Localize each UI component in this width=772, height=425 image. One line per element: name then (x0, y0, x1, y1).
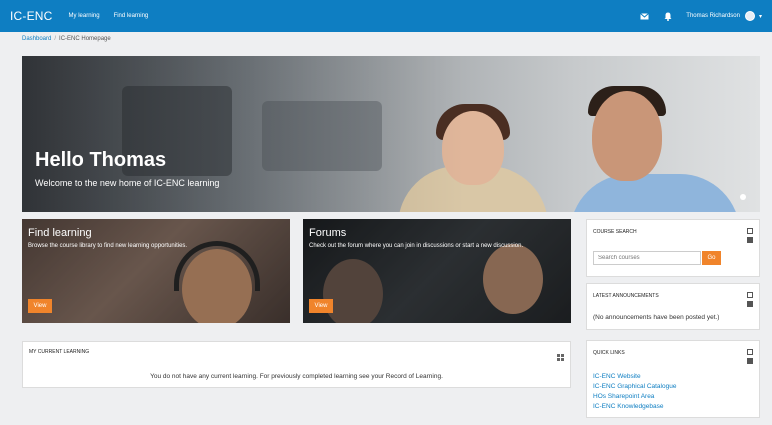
block-controls (747, 292, 753, 307)
block-title: LATEST ANNOUNCEMENTS (593, 293, 659, 299)
announcements-empty-text: (No announcements have been posted yet.) (593, 314, 720, 321)
avatar[interactable] (744, 11, 755, 21)
block-title: COURSE SEARCH (593, 229, 637, 235)
tile-forums[interactable]: Forums Check out the forum where you can… (303, 219, 571, 323)
course-search-block: COURSE SEARCH Go (586, 219, 760, 277)
quick-link-graphical-catalogue[interactable]: IC-ENC Graphical Catalogue (593, 382, 676, 392)
tile-description: Browse the course library to find new le… (28, 243, 188, 249)
top-navbar: IC-ENC My learning Find learning Thomas … (0, 0, 772, 32)
block-collapse-icon[interactable] (747, 228, 753, 234)
search-go-button[interactable]: Go (702, 251, 721, 265)
grid-icon[interactable] (557, 348, 564, 361)
quick-link-sharepoint[interactable]: HOs Sharepoint Area (593, 392, 676, 402)
view-button[interactable]: View (28, 299, 52, 313)
nav-link-find-learning[interactable]: Find learning (114, 13, 149, 19)
hero-overlay (22, 56, 760, 212)
caret-down-icon[interactable]: ▾ (759, 13, 762, 20)
quick-link-knowledgebase[interactable]: IC-ENC Knowledgebase (593, 402, 676, 412)
block-controls (747, 349, 753, 364)
block-menu-icon[interactable] (747, 301, 753, 307)
tile-title: Find learning (28, 227, 92, 239)
hero-title: Hello Thomas (35, 149, 167, 171)
breadcrumb-dashboard[interactable]: Dashboard (22, 36, 51, 42)
nav-link-my-learning[interactable]: My learning (69, 13, 100, 19)
user-name[interactable]: Thomas Richardson (686, 13, 740, 19)
tile-title: Forums (309, 227, 347, 239)
envelope-icon[interactable] (638, 10, 650, 22)
quick-links-list: IC-ENC Website IC-ENC Graphical Catalogu… (593, 372, 676, 412)
hero-banner: Hello Thomas Welcome to the new home of … (22, 56, 760, 212)
view-button[interactable]: View (309, 299, 333, 313)
tile-find-learning[interactable]: Find learning Browse the course library … (22, 219, 290, 323)
block-menu-icon[interactable] (747, 358, 753, 364)
block-collapse-icon[interactable] (747, 349, 753, 355)
block-title: MY CURRENT LEARNING (29, 349, 90, 355)
breadcrumb: Dashboard / IC-ENC Homepage (22, 36, 111, 42)
bell-icon[interactable] (662, 10, 674, 22)
search-input[interactable] (593, 251, 701, 265)
latest-announcements-block: LATEST ANNOUNCEMENTS (No announcements h… (586, 283, 760, 330)
quick-link-website[interactable]: IC-ENC Website (593, 372, 676, 382)
hero-subtitle: Welcome to the new home of IC-ENC learni… (35, 178, 220, 188)
brand-logo[interactable]: IC-ENC (10, 9, 53, 23)
tile-description: Check out the forum where you can join i… (309, 243, 524, 249)
carousel-indicator[interactable] (740, 194, 746, 200)
my-current-learning-block: MY CURRENT LEARNING You do not have any … (22, 341, 571, 388)
block-controls (747, 228, 753, 243)
navbar-user-area: Thomas Richardson ▾ (638, 10, 762, 22)
block-menu-icon[interactable] (747, 237, 753, 243)
block-title: QUICK LINKS (593, 350, 625, 356)
breadcrumb-separator: / (54, 36, 57, 42)
empty-learning-message: You do not have any current learning. Fo… (150, 373, 443, 380)
quick-links-block: QUICK LINKS IC-ENC Website IC-ENC Graphi… (586, 340, 760, 418)
breadcrumb-current: IC-ENC Homepage (59, 36, 111, 42)
block-collapse-icon[interactable] (747, 292, 753, 298)
